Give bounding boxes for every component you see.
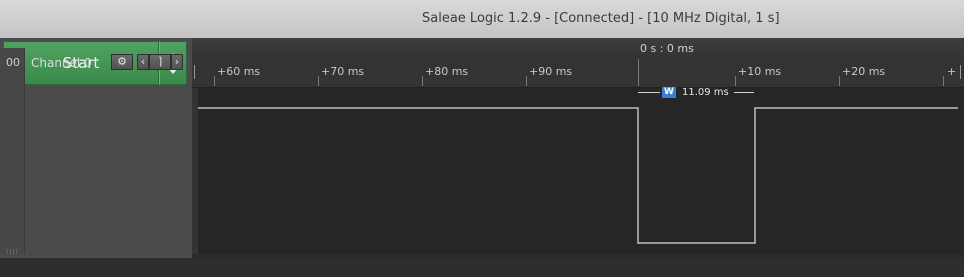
measure-left-arrow [638, 92, 660, 93]
status-bar [0, 258, 964, 277]
measurement-badge: W [662, 87, 676, 98]
measure-right-arrow [734, 92, 754, 93]
saleae-logic-window: Saleae Logic 1.2.9 - [Connected] - [10 M… [0, 0, 964, 277]
channel-0-waveform [198, 107, 958, 244]
width-measurement[interactable]: W 11.09 ms [638, 87, 755, 100]
measurement-value: 11.09 ms [682, 87, 729, 98]
signal-trace [198, 107, 958, 244]
